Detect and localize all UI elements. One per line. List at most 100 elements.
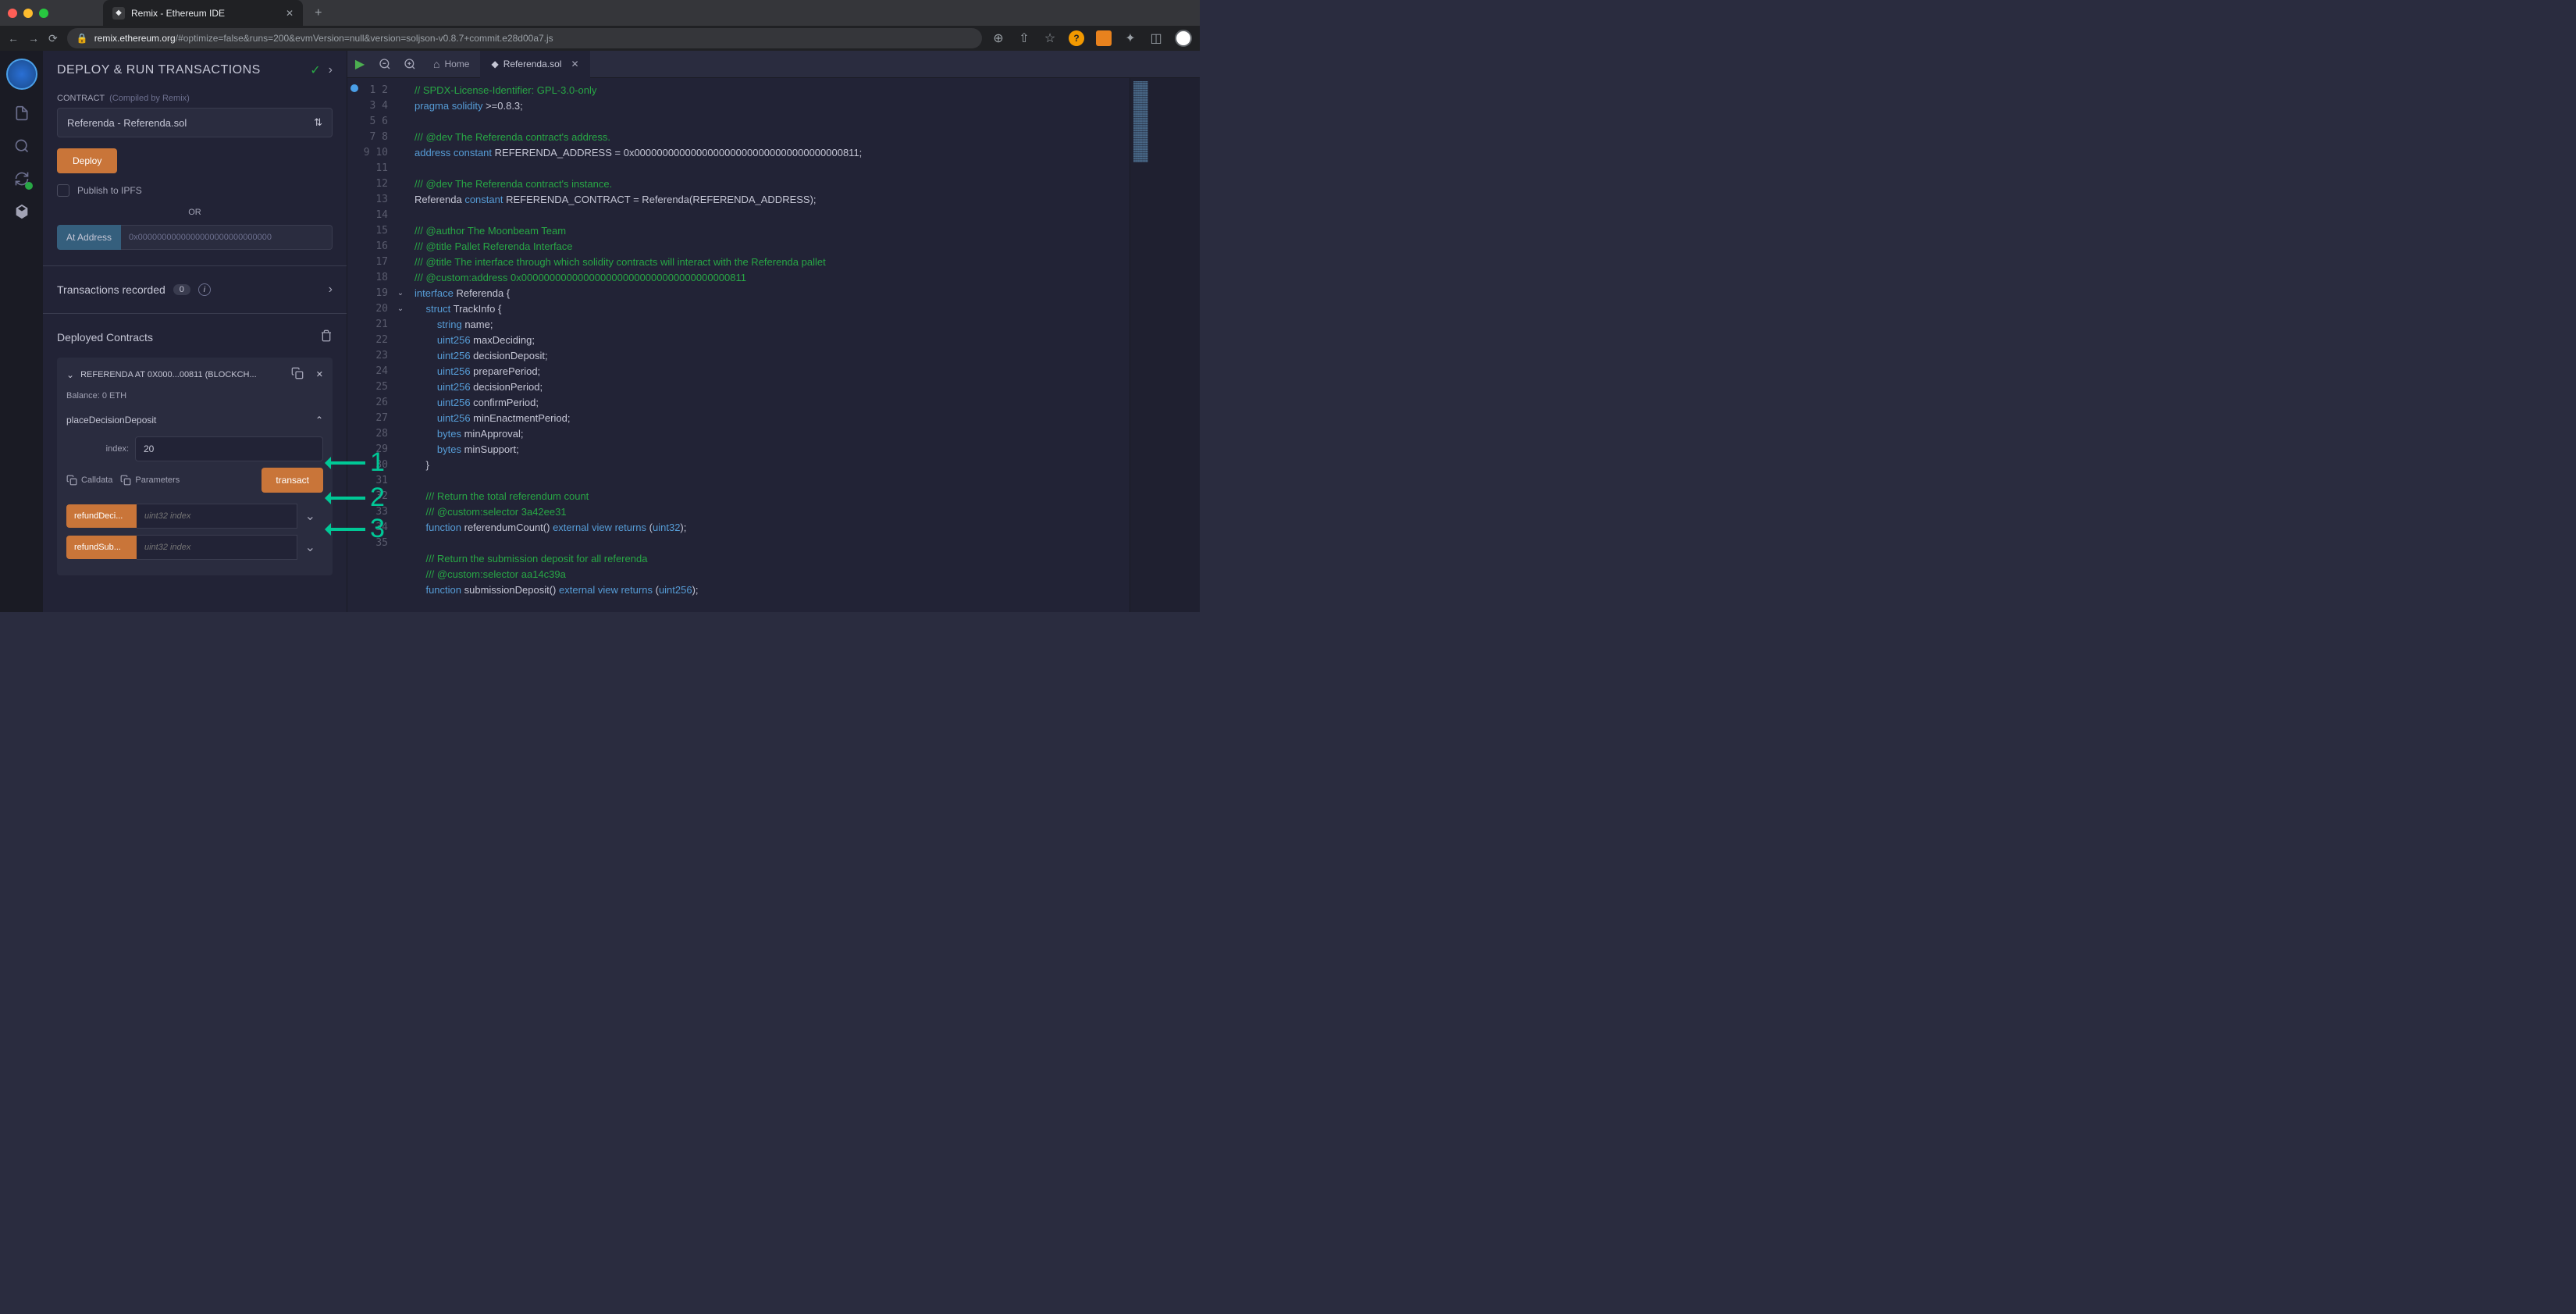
- refund-decision-button[interactable]: refundDeci...: [66, 504, 137, 528]
- reload-button[interactable]: ⟳: [48, 32, 58, 45]
- editor-body: 1 2 3 4 5 6 7 8 9 10 11 12 13 14 15 16 1…: [347, 78, 1200, 612]
- lock-icon: 🔒: [76, 33, 88, 44]
- tab-home[interactable]: ⌂ Home: [422, 51, 480, 78]
- compiler-icon[interactable]: [12, 169, 31, 188]
- code-editor[interactable]: // SPDX-License-Identifier: GPL-3.0-only…: [407, 78, 1130, 612]
- chevron-down-icon[interactable]: ⌄: [297, 539, 323, 555]
- icon-sidebar: [0, 51, 43, 612]
- breakpoint-dot-icon[interactable]: [350, 84, 358, 92]
- index-input[interactable]: [135, 436, 323, 461]
- refund-decision-input[interactable]: [137, 504, 297, 529]
- select-caret-icon: ⇅: [314, 116, 322, 129]
- at-address-row: At Address: [57, 225, 333, 250]
- function-header[interactable]: placeDecisionDeposit ⌃: [66, 410, 323, 430]
- divider: [43, 313, 347, 314]
- sidepanel-icon[interactable]: ◫: [1149, 31, 1163, 45]
- forward-button[interactable]: →: [28, 32, 39, 45]
- remix-logo-icon[interactable]: [6, 59, 37, 90]
- contract-selected: Referenda - Referenda.sol: [67, 117, 187, 129]
- maximize-window-button[interactable]: [39, 9, 48, 18]
- window-controls: [8, 9, 48, 18]
- file-explorer-icon[interactable]: [12, 104, 31, 123]
- address-bar[interactable]: 🔒 remix.ethereum.org/#optimize=false&run…: [67, 28, 982, 48]
- chevron-down-icon[interactable]: ⌄: [66, 369, 74, 380]
- function-input-row: index:: [66, 436, 323, 461]
- instance-header[interactable]: ⌄ REFERENDA AT 0X000...00811 (BLOCKCH...…: [66, 367, 323, 382]
- tab-bar: ◆ Remix - Ethereum IDE ✕ +: [0, 0, 1200, 26]
- editor-area: ▶ ⌂ Home ◆ Referenda.sol ✕ 1 2 3 4 5 6 7…: [347, 51, 1200, 612]
- profile-avatar-icon[interactable]: [1175, 30, 1192, 47]
- panel-content: CONTRACT (Compiled by Remix) Referenda -…: [43, 86, 347, 612]
- deployed-section-header: Deployed Contracts: [57, 325, 333, 350]
- zoom-out-button[interactable]: [372, 58, 397, 70]
- publish-ipfs-row[interactable]: Publish to IPFS: [57, 184, 333, 197]
- share-icon[interactable]: ⇧: [1017, 31, 1031, 45]
- contract-select[interactable]: Referenda - Referenda.sol ⇅: [57, 108, 333, 137]
- zoom-in-button[interactable]: [397, 58, 422, 70]
- deploy-button[interactable]: Deploy: [57, 148, 117, 173]
- extensions-icon[interactable]: ✦: [1123, 31, 1137, 45]
- tab-title: Remix - Ethereum IDE: [131, 8, 225, 19]
- new-tab-button[interactable]: +: [315, 6, 322, 20]
- at-address-input[interactable]: [121, 225, 333, 250]
- refund-submission-input[interactable]: [137, 535, 297, 560]
- chevron-up-icon[interactable]: ⌃: [315, 415, 323, 426]
- help-icon[interactable]: ?: [1069, 30, 1084, 46]
- fold-gutter[interactable]: ⌄⌄: [394, 78, 407, 612]
- chevron-right-icon[interactable]: ›: [329, 283, 333, 297]
- panel-header: DEPLOY & RUN TRANSACTIONS ✓ ›: [43, 51, 347, 86]
- calldata-button[interactable]: Calldata: [66, 475, 112, 486]
- info-icon[interactable]: i: [198, 283, 211, 296]
- input-label: index:: [66, 444, 129, 454]
- url-host: remix.ethereum.org: [94, 33, 176, 44]
- solidity-file-icon: ◆: [491, 59, 498, 69]
- deploy-panel: DEPLOY & RUN TRANSACTIONS ✓ › CONTRACT (…: [43, 51, 347, 612]
- refund-submission-button[interactable]: refundSub...: [66, 536, 137, 559]
- deploy-icon[interactable]: [12, 202, 31, 221]
- check-icon: ✓: [310, 62, 320, 78]
- close-window-button[interactable]: [8, 9, 17, 18]
- function-actions: Calldata Parameters transact: [66, 468, 323, 493]
- tab-referenda[interactable]: ◆ Referenda.sol ✕: [480, 51, 589, 78]
- metamask-icon[interactable]: [1096, 30, 1112, 46]
- search-icon[interactable]: ⊕: [991, 31, 1005, 45]
- instance-balance: Balance: 0 ETH: [66, 391, 323, 401]
- instance-name: REFERENDA AT 0X000...00811 (BLOCKCH...: [80, 370, 257, 379]
- editor-toolbar: ▶ ⌂ Home ◆ Referenda.sol ✕: [347, 51, 1200, 78]
- back-button[interactable]: ←: [8, 32, 19, 45]
- contract-label: CONTRACT (Compiled by Remix): [57, 94, 333, 103]
- function-refundSubmission: refundSub... ⌄: [66, 535, 323, 560]
- close-icon[interactable]: ✕: [316, 369, 323, 379]
- or-divider: OR: [57, 208, 333, 217]
- at-address-button[interactable]: At Address: [57, 225, 121, 250]
- trash-icon[interactable]: [320, 329, 333, 346]
- function-placeDecisionDeposit: placeDecisionDeposit ⌃ index: Calldata: [66, 410, 323, 493]
- url-path: /#optimize=false&runs=200&evmVersion=nul…: [176, 33, 553, 44]
- bookmark-icon[interactable]: ☆: [1043, 31, 1057, 45]
- tab-favicon-icon: ◆: [112, 7, 125, 20]
- browser-action-icons: ⊕ ⇧ ☆ ? ✦ ◫: [991, 30, 1192, 47]
- browser-chrome: ◆ Remix - Ethereum IDE ✕ + ← → ⟳ 🔒 remix…: [0, 0, 1200, 51]
- contract-instance: ⌄ REFERENDA AT 0X000...00811 (BLOCKCH...…: [57, 358, 333, 575]
- line-numbers: 1 2 3 4 5 6 7 8 9 10 11 12 13 14 15 16 1…: [361, 78, 394, 612]
- minimize-window-button[interactable]: [23, 9, 33, 18]
- parameters-button[interactable]: Parameters: [120, 475, 180, 486]
- app-root: DEPLOY & RUN TRANSACTIONS ✓ › CONTRACT (…: [0, 51, 1200, 612]
- panel-title: DEPLOY & RUN TRANSACTIONS: [57, 63, 261, 77]
- divider: [43, 265, 347, 266]
- minimap[interactable]: █████████████ █████████████ ████████████…: [1130, 78, 1200, 612]
- home-icon: ⌂: [433, 58, 439, 70]
- search-icon[interactable]: [12, 137, 31, 155]
- copy-icon[interactable]: [291, 367, 304, 382]
- transact-button[interactable]: transact: [262, 468, 323, 493]
- browser-tab[interactable]: ◆ Remix - Ethereum IDE ✕: [103, 0, 303, 26]
- run-script-button[interactable]: ▶: [347, 56, 372, 72]
- breakpoint-gutter[interactable]: [347, 78, 361, 612]
- address-bar-row: ← → ⟳ 🔒 remix.ethereum.org/#optimize=fal…: [0, 26, 1200, 51]
- tab-close-icon[interactable]: ✕: [571, 59, 578, 69]
- chevron-right-icon[interactable]: ›: [329, 63, 333, 77]
- chevron-down-icon[interactable]: ⌄: [297, 508, 323, 524]
- publish-ipfs-checkbox[interactable]: [57, 184, 69, 197]
- tab-close-icon[interactable]: ✕: [286, 8, 294, 19]
- publish-ipfs-label: Publish to IPFS: [77, 185, 142, 196]
